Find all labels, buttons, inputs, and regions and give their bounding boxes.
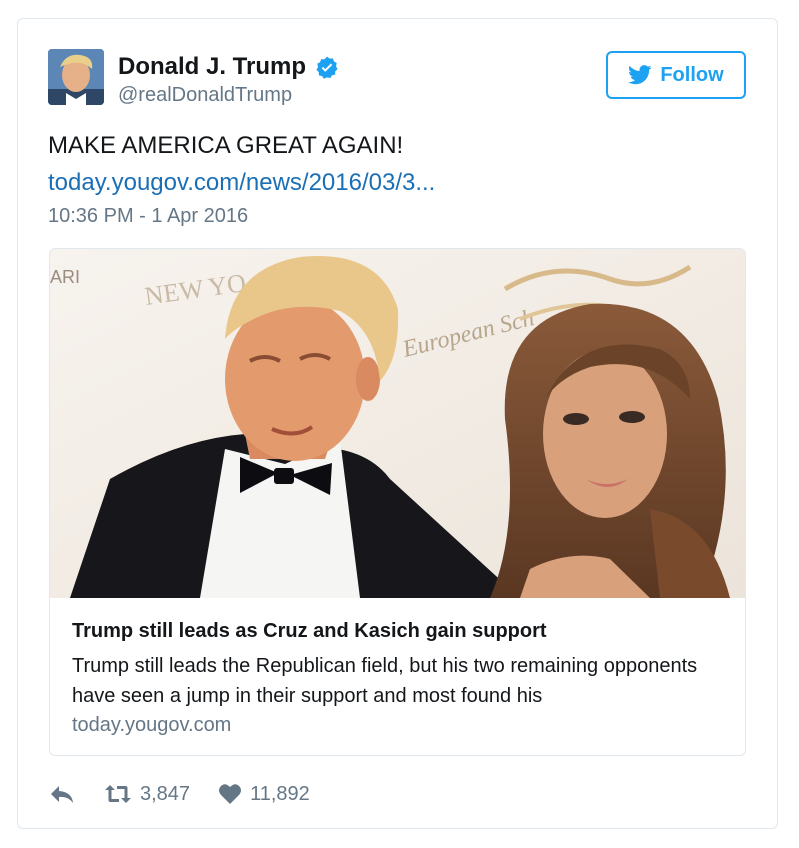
author-handle[interactable]: @realDonaldTrump: [118, 84, 292, 107]
link-preview-card[interactable]: NEW YO European Sch ARI Trump still lead…: [49, 248, 746, 756]
like-count: 11,892: [250, 782, 310, 805]
backdrop-text-3: ARI: [50, 267, 80, 287]
tweet-timestamp[interactable]: 10:36 PM - 1 Apr 2016: [48, 205, 248, 228]
like-button[interactable]: 11,892: [218, 783, 310, 806]
link-card-description: Trump still leads the Republican field, …: [72, 655, 698, 707]
link-card-title[interactable]: Trump still leads as Cruz and Kasich gai…: [72, 620, 547, 643]
author-name[interactable]: Donald J. Trump: [118, 53, 306, 81]
follow-label: Follow: [660, 63, 724, 86]
twitter-bird-icon: [628, 65, 652, 85]
avatar[interactable]: [48, 49, 104, 105]
tweet-actions: 3,847 11,892: [48, 779, 310, 809]
link-preview-image[interactable]: NEW YO European Sch ARI: [50, 249, 745, 598]
reply-button[interactable]: [48, 783, 76, 805]
tweet-link[interactable]: today.yougov.com/news/2016/03/3...: [48, 169, 435, 197]
retweet-icon: [105, 785, 131, 803]
follow-button[interactable]: Follow: [606, 51, 746, 99]
reply-icon: [51, 786, 73, 803]
tweet-card: Donald J. Trump @realDonaldTrump Follow …: [17, 18, 778, 829]
heart-icon: [219, 784, 242, 804]
retweet-count: 3,847: [140, 782, 191, 805]
link-card-domain: today.yougov.com: [72, 714, 232, 736]
tweet-text: MAKE AMERICA GREAT AGAIN!: [48, 132, 404, 159]
verified-badge-icon: [316, 56, 338, 79]
retweet-button[interactable]: 3,847: [104, 783, 190, 806]
